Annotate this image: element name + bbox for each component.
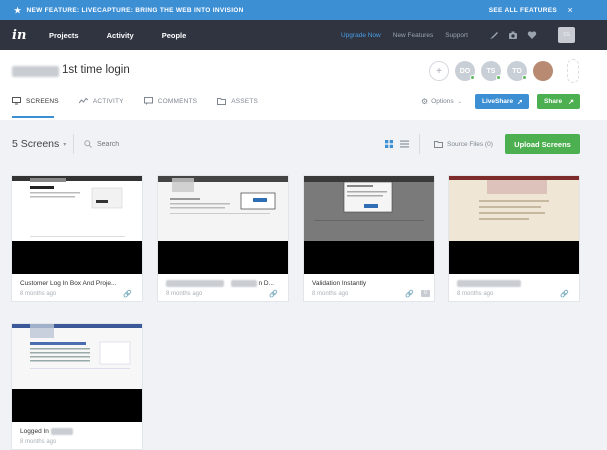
link-icon[interactable]: 🔗	[405, 290, 414, 298]
screen-timestamp: 8 months ago	[20, 291, 57, 297]
screen-count-dropdown[interactable]: 5 Screens ▾	[12, 138, 66, 150]
invision-logo[interactable]: in	[12, 28, 26, 43]
screen-name[interactable]: n D...	[166, 280, 274, 287]
screenshot-preview	[449, 176, 579, 241]
upload-screens-button[interactable]: Upload Screens	[505, 134, 580, 154]
screen-card[interactable]: n D... 8 months ago 🔗	[157, 175, 289, 302]
toolbar-divider	[419, 134, 420, 154]
redacted-text	[230, 280, 257, 287]
screenshot-preview	[158, 176, 288, 241]
new-features-link[interactable]: New Features	[393, 32, 433, 39]
screen-name[interactable]: Logged In	[20, 428, 73, 435]
screen-thumbnail[interactable]	[12, 176, 142, 274]
comment-icon	[143, 97, 153, 105]
star-icon: ★	[14, 5, 22, 15]
add-member-button[interactable]: +	[429, 61, 449, 81]
online-indicator	[496, 75, 501, 80]
screen-card[interactable]: Logged In 8 months ago	[11, 323, 143, 450]
active-tab-indicator	[12, 116, 54, 118]
link-icon[interactable]: 🔗	[560, 290, 569, 298]
screen-card[interactable]: 8 months ago 🔗	[448, 175, 580, 302]
screen-thumbnail[interactable]	[12, 324, 142, 422]
primary-nav: Projects Activity People	[49, 31, 214, 40]
link-icon[interactable]: 🔗	[123, 290, 132, 298]
user-initials: SS	[563, 32, 570, 38]
screen-name[interactable]: Validation Instantly	[312, 280, 366, 287]
screen-timestamp: 8 months ago	[457, 291, 494, 297]
screenshot-preview	[12, 324, 142, 389]
list-view-icon[interactable]	[400, 140, 409, 148]
search-icon	[84, 140, 92, 148]
nav-projects[interactable]: Projects	[49, 31, 79, 40]
tab-assets[interactable]: ASSETS	[217, 97, 258, 105]
tab-activity[interactable]: ACTIVITY	[78, 97, 124, 105]
upgrade-now-link[interactable]: Upgrade Now	[341, 32, 381, 39]
folder-icon	[217, 98, 227, 105]
member-avatar-to[interactable]: TO	[507, 61, 527, 81]
source-files-link[interactable]: Source Files (0)	[434, 140, 493, 148]
screenshot-preview	[304, 176, 434, 241]
liveshare-button[interactable]: LiveShare ➚	[475, 94, 529, 109]
more-members-placeholder[interactable]	[567, 59, 579, 83]
project-title: 1st time login	[62, 64, 130, 76]
screen-timestamp: 8 months ago	[166, 291, 203, 297]
options-dropdown[interactable]: ⚙ Options ⌄	[421, 97, 462, 106]
screen-thumbnail[interactable]	[304, 176, 434, 274]
screen-thumbnail[interactable]	[449, 176, 579, 274]
user-avatar[interactable]: SS	[558, 27, 575, 43]
online-indicator	[522, 75, 527, 80]
link-icon[interactable]: 🔗	[269, 290, 278, 298]
secondary-nav: Upgrade Now New Features Support	[341, 32, 480, 39]
see-all-features-link[interactable]: SEE ALL FEATURES	[489, 7, 557, 14]
screen-timestamp: 8 months ago	[20, 439, 57, 445]
screen-name[interactable]	[457, 280, 521, 287]
top-nav: in Projects Activity People Upgrade Now …	[0, 20, 607, 50]
member-avatar-photo[interactable]	[533, 61, 553, 81]
toolbar-divider	[73, 134, 74, 154]
announcement-text: NEW FEATURE: LIVECAPTURE: BRING THE WEB …	[26, 6, 244, 14]
camera-icon[interactable]	[508, 30, 518, 40]
folder-icon	[434, 141, 443, 148]
nav-icons	[489, 30, 537, 40]
share-button[interactable]: Share ↗	[537, 94, 580, 109]
chevron-down-icon: ⌄	[457, 98, 462, 105]
tab-comments[interactable]: COMMENTS	[143, 97, 198, 105]
member-avatar-do[interactable]: DO	[455, 61, 475, 81]
search-box	[84, 140, 177, 148]
activity-icon	[78, 97, 88, 104]
nav-people[interactable]: People	[162, 31, 187, 40]
screen-card[interactable]: Validation Instantly 8 months ago 🔗 0	[303, 175, 435, 302]
brush-icon[interactable]	[489, 30, 499, 40]
screenshot-preview	[12, 176, 142, 241]
grid-view-icon[interactable]	[385, 140, 393, 148]
support-link[interactable]: Support	[445, 32, 468, 39]
close-announcement-button[interactable]: ×	[567, 5, 573, 15]
search-input[interactable]	[97, 140, 177, 148]
pointer-icon: ➚	[517, 98, 523, 106]
monitor-icon	[12, 97, 21, 105]
heart-icon[interactable]	[527, 30, 537, 40]
screen-name[interactable]: Customer Log In Box And Proje...	[20, 280, 116, 287]
screen-thumbnail[interactable]	[158, 176, 288, 274]
chevron-down-icon: ▾	[63, 141, 67, 148]
redacted-text	[457, 280, 521, 287]
nav-activity[interactable]: Activity	[107, 31, 134, 40]
member-avatar-ts[interactable]: TS	[481, 61, 501, 81]
redacted-text	[50, 428, 73, 435]
project-tabs: SCREENS ACTIVITY COMMENTS ASSETS	[12, 97, 278, 105]
project-members: + DO TS TO	[429, 61, 553, 81]
gear-icon: ⚙	[421, 97, 429, 106]
share-arrow-icon: ↗	[568, 98, 574, 106]
screen-timestamp: 8 months ago	[312, 291, 349, 297]
screen-card[interactable]: Customer Log In Box And Proje... 8 month…	[11, 175, 143, 302]
announcement-bar: ★ NEW FEATURE: LIVECAPTURE: BRING THE WE…	[0, 0, 607, 20]
comment-count-badge[interactable]: 0	[421, 290, 430, 297]
redacted-text	[166, 280, 224, 287]
tab-screens[interactable]: SCREENS	[12, 97, 59, 105]
online-indicator	[470, 75, 475, 80]
project-header: 1st time login + DO TS TO SCREENS ACTIVI…	[0, 50, 607, 120]
redacted-title-prefix	[12, 66, 59, 77]
